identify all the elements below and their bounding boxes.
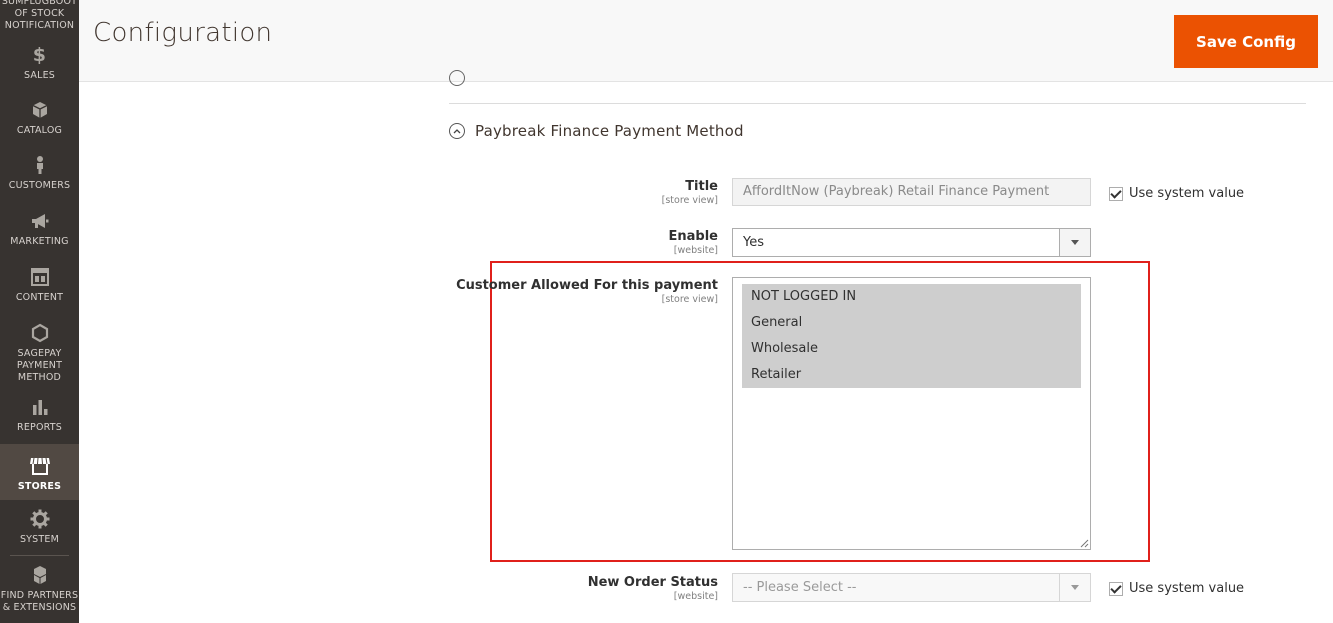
sidebar-item-content[interactable]: CONTENT <box>0 267 79 304</box>
field-label-enable: Enable [website] <box>418 229 719 256</box>
option-general[interactable]: General <box>742 310 1081 336</box>
sidebar-item-label: SUMPLUGBOOT OF STOCK NOTIFICATION <box>1 0 78 31</box>
sidebar-item-marketing[interactable]: MARKETING <box>0 211 79 248</box>
sidebar-item-stock-notification[interactable]: SUMPLUGBOOT OF STOCK NOTIFICATION <box>0 0 79 31</box>
checkbox-label: Use system value <box>1129 581 1245 596</box>
cubes-icon <box>33 566 46 584</box>
sidebar-item-label: MARKETING <box>10 236 69 247</box>
dollar-icon: $ <box>32 44 47 66</box>
sidebar-item-sales[interactable]: $ SALES <box>0 45 79 82</box>
scope-text: [website] <box>673 245 718 256</box>
checkbox-checked-icon <box>1109 581 1123 596</box>
field-label-new-order-status: New Order Status [website] <box>418 575 718 602</box>
sidebar-item-find-partners[interactable]: FIND PARTNERS & EXTENSIONS <box>0 565 79 614</box>
label-text: Enable <box>668 229 719 244</box>
sidebar-item-label: CONTENT <box>15 292 64 303</box>
sidebar-item-sagepay[interactable]: SAGEPAY PAYMENT METHOD <box>0 323 79 384</box>
enable-select[interactable]: Yes <box>732 228 1091 257</box>
section-title: Paybreak Finance Payment Method <box>475 122 744 140</box>
sidebar-item-reports[interactable]: REPORTS <box>0 397 79 434</box>
chevron-down-icon <box>1071 585 1079 590</box>
expand-circle-icon <box>449 70 465 86</box>
megaphone-icon <box>31 214 48 228</box>
admin-sidebar: SUMPLUGBOOT OF STOCK NOTIFICATION $ SALE… <box>0 0 79 623</box>
sidebar-item-system[interactable]: SYSTEM <box>0 509 79 546</box>
sidebar-item-label: STORES <box>17 481 62 492</box>
sidebar-item-label: SYSTEM <box>19 534 60 545</box>
scope-text: [store view] <box>661 294 718 305</box>
section-header-paybreak[interactable]: Paybreak Finance Payment Method <box>449 121 744 141</box>
bar-chart-icon <box>32 400 47 415</box>
save-config-button[interactable]: Save Config <box>1174 15 1318 68</box>
checkbox-checked-icon <box>1109 186 1123 201</box>
field-label-customer-allowed: Customer Allowed For this payment [store… <box>418 278 718 305</box>
sidebar-item-stores[interactable]: STORES <box>0 444 79 500</box>
option-not-logged-in[interactable]: NOT LOGGED IN <box>742 284 1081 310</box>
label-text: Title <box>685 179 718 194</box>
layout-icon <box>30 268 49 286</box>
resize-grip-icon[interactable] <box>1080 539 1089 548</box>
sidebar-item-label: CUSTOMERS <box>8 180 71 191</box>
hexagon-icon <box>31 323 48 343</box>
checkbox-label: Use system value <box>1129 186 1245 201</box>
select-arrow-box <box>1059 229 1090 256</box>
label-text: Customer Allowed For this payment <box>456 278 718 293</box>
title-input[interactable]: AffordItNow (Paybreak) Retail Finance Pa… <box>732 178 1091 206</box>
select-arrow-box <box>1059 574 1090 601</box>
scope-text: [store view] <box>661 195 718 206</box>
sidebar-item-label: SAGEPAY PAYMENT METHOD <box>16 348 63 383</box>
gear-icon <box>30 509 49 529</box>
config-main: Paybreak Finance Payment Method Title [s… <box>79 70 1333 623</box>
select-value: -- Please Select -- <box>743 580 857 595</box>
sidebar-item-catalog[interactable]: CATALOG <box>0 100 79 137</box>
chevron-down-icon <box>1071 240 1079 245</box>
storefront-icon <box>29 457 50 475</box>
sidebar-item-customers[interactable]: CUSTOMERS <box>0 155 79 192</box>
option-wholesale[interactable]: Wholesale <box>742 336 1081 362</box>
new-order-status-use-system-checkbox[interactable]: Use system value <box>1109 581 1244 596</box>
select-value: Yes <box>743 235 764 250</box>
customer-groups-multiselect[interactable]: NOT LOGGED IN General Wholesale Retailer <box>732 277 1091 550</box>
field-label-title: Title [store view] <box>418 179 718 206</box>
collapsed-section-previous[interactable] <box>449 70 1306 104</box>
sidebar-divider <box>10 555 69 556</box>
sidebar-item-label: REPORTS <box>17 422 62 433</box>
box-icon <box>32 102 47 118</box>
page-title: Configuration <box>93 18 273 48</box>
title-use-system-checkbox[interactable]: Use system value <box>1109 186 1244 201</box>
new-order-status-select[interactable]: -- Please Select -- <box>732 573 1091 602</box>
option-retailer[interactable]: Retailer <box>742 362 1081 388</box>
person-icon <box>36 156 43 174</box>
sidebar-item-label: SALES <box>23 70 56 81</box>
scope-text: [website] <box>673 591 718 602</box>
chevron-up-icon <box>449 123 465 139</box>
sidebar-item-label: CATALOG <box>16 125 63 136</box>
sidebar-item-label: FIND PARTNERS & EXTENSIONS <box>0 590 79 613</box>
label-text: New Order Status <box>587 575 718 590</box>
